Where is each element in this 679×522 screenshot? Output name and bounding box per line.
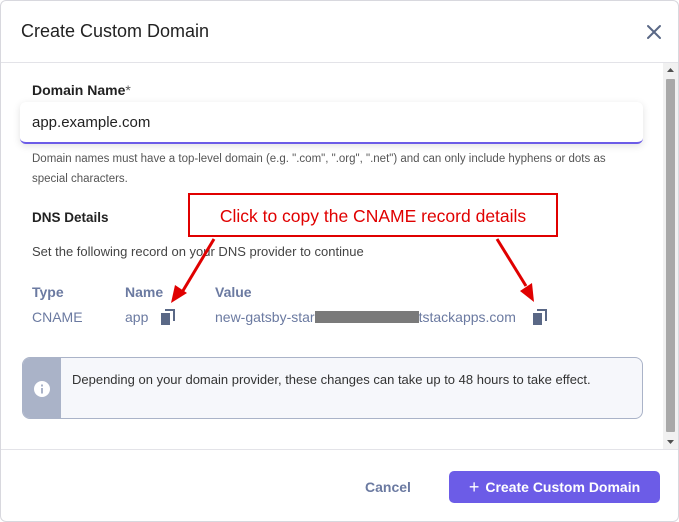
copy-name-icon[interactable] [161,309,175,325]
info-notice: Depending on your domain provider, these… [22,357,643,419]
record-value-end: tstackapps.com [418,309,516,325]
create-button-label: Create Custom Domain [485,478,641,495]
annotation-text: Click to copy the CNAME record details [219,206,527,226]
domain-name-input[interactable] [20,102,643,144]
cancel-button[interactable]: Cancel [353,474,423,500]
dns-instructions: Set the following record on your DNS pro… [32,244,364,259]
dialog-header: Create Custom Domain [1,1,678,63]
create-custom-domain-button[interactable]: + Create Custom Domain [449,471,660,503]
required-mark: * [125,82,131,98]
info-icon [34,381,50,397]
dialog-body: Domain Name* Domain names must have a to… [1,63,663,449]
create-custom-domain-dialog: Create Custom Domain Domain Name* Domain… [0,0,679,522]
scroll-down-arrow[interactable] [663,435,678,449]
scroll-thumb[interactable] [666,79,675,432]
dns-details-title: DNS Details [32,210,109,225]
info-text: Depending on your domain provider, these… [72,372,591,387]
domain-help-text: Domain names must have a top-level domai… [32,153,606,185]
domain-name-label: Domain Name* [32,82,131,98]
value-column-header: Value [215,284,252,300]
scrollbar[interactable] [663,63,678,449]
close-icon [647,25,661,39]
info-strip [23,358,61,418]
plus-icon: + [468,476,480,497]
type-column-header: Type [32,284,64,300]
record-name: app [125,309,149,325]
annotation-callout: Click to copy the CNAME record details [188,193,558,237]
dialog-footer: Cancel + Create Custom Domain [1,449,678,521]
record-type: CNAME [32,309,83,325]
dialog-title: Create Custom Domain [21,21,210,41]
redacted-block [314,311,419,323]
name-column-header: Name [125,284,164,300]
close-button[interactable] [643,21,665,43]
copy-value-icon[interactable] [533,309,547,325]
record-value-start: new-gatsby-star [215,309,315,325]
scroll-up-arrow[interactable] [663,63,678,77]
record-value: new-gatsby-star tstackapps.com [215,309,516,325]
